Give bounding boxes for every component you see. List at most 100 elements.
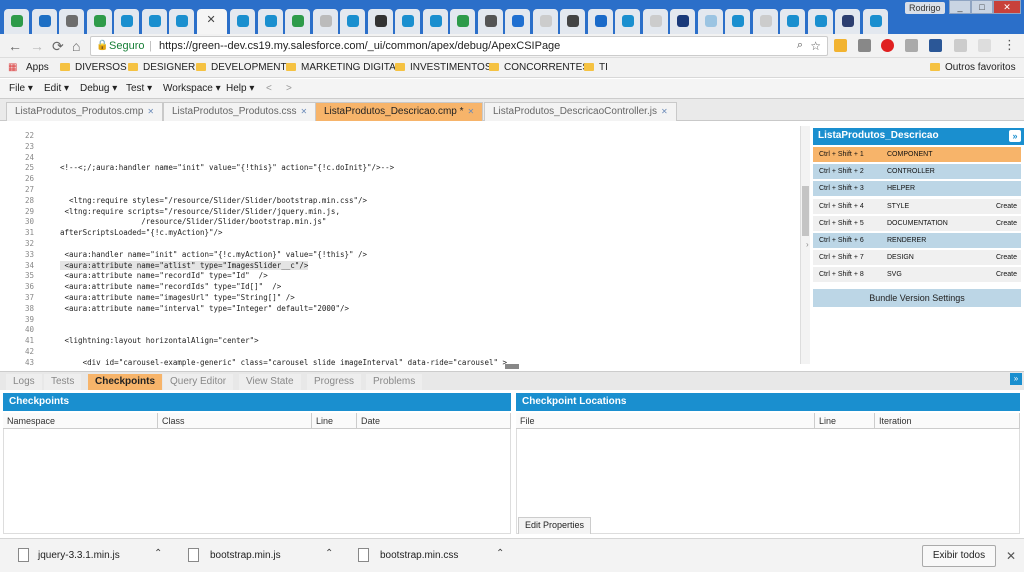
code-line[interactable]: <!--<;/;aura:handler name="init" value="… <box>60 163 394 172</box>
menu-debug[interactable]: Debug ▾ <box>80 83 117 94</box>
browser-tab[interactable] <box>697 9 723 34</box>
bundle-item-helper[interactable]: Ctrl + Shift + 3 HELPER <box>813 181 1021 197</box>
bookmark-designer[interactable]: DESIGNER <box>128 62 195 73</box>
bookmark-investimentos[interactable]: INVESTIMENTOS <box>395 62 492 73</box>
column-line[interactable]: Line <box>312 413 357 429</box>
code-line[interactable]: <ltng:require scripts="/resource/Slider/… <box>60 207 340 216</box>
bookmark-development[interactable]: DEVELOPMENT <box>196 62 287 73</box>
nav-forward-icon[interactable]: > <box>286 83 292 94</box>
browser-tab[interactable] <box>367 9 393 34</box>
bookmark-apps[interactable]: Apps <box>26 62 49 73</box>
menu-file[interactable]: File ▾ <box>9 83 33 94</box>
expand-icon[interactable]: » <box>1009 130 1021 142</box>
browser-tab[interactable] <box>532 9 558 34</box>
browser-tab[interactable] <box>780 9 805 34</box>
tab-logs[interactable]: Logs <box>6 374 42 390</box>
column-class[interactable]: Class <box>158 413 312 429</box>
chevron-up-icon[interactable]: ⌃ <box>154 548 162 559</box>
browser-tab[interactable] <box>560 9 585 34</box>
apps-grid-icon[interactable]: ▦ <box>8 62 17 73</box>
browser-tab[interactable] <box>725 9 750 34</box>
url-text[interactable]: https://green--dev.cs19.my.salesforce.co… <box>159 40 560 52</box>
browser-tab[interactable] <box>230 9 255 34</box>
file-tab-active[interactable]: ListaProdutos_Descricao.cmp * ✕ <box>315 102 484 121</box>
bundle-item-renderer[interactable]: Ctrl + Shift + 6 RENDERER <box>813 233 1021 248</box>
chevron-up-icon[interactable]: ⌃ <box>325 548 333 559</box>
code-line[interactable]: /resource/Slider/Slider/bootstrap.min.js… <box>60 217 326 226</box>
home-icon[interactable]: ⌂ <box>72 38 80 54</box>
show-all-downloads-button[interactable]: Exibir todos <box>922 545 996 567</box>
tab-checkpoints[interactable]: Checkpoints <box>88 374 163 390</box>
browser-tab[interactable] <box>114 9 139 34</box>
cast-icon[interactable] <box>978 39 991 52</box>
column-namespace[interactable]: Namespace <box>3 413 158 429</box>
reload-icon[interactable]: ⟳ <box>52 38 64 55</box>
opera-icon[interactable] <box>881 39 894 52</box>
close-tab-icon[interactable]: ✕ <box>207 13 216 26</box>
create-link[interactable]: Create <box>996 254 1017 261</box>
profile-name[interactable]: Rodrigo <box>905 2 945 14</box>
code-line[interactable]: <aura:attribute name="imagesUrl" type="S… <box>60 293 295 302</box>
back-arrow-icon[interactable]: ← <box>8 38 22 54</box>
bookmark-ti[interactable]: TI <box>584 62 608 73</box>
browser-tab[interactable] <box>141 9 167 34</box>
file-tab[interactable]: ListaProdutos_Produtos.css ✕ <box>163 102 317 121</box>
word-icon[interactable] <box>929 39 942 52</box>
browser-tab[interactable] <box>835 9 860 34</box>
download-item[interactable]: bootstrap.min.js <box>210 550 281 561</box>
bookmark-marketing-digital[interactable]: MARKETING DIGITAL <box>286 62 401 73</box>
tab-view-state[interactable]: View State <box>239 374 301 390</box>
bundle-item-design[interactable]: Ctrl + Shift + 7 DESIGN Create <box>813 250 1021 266</box>
browser-tab[interactable] <box>807 9 833 34</box>
collapse-handle-icon[interactable]: › <box>806 240 809 249</box>
create-link[interactable]: Create <box>996 271 1017 278</box>
browser-tab[interactable] <box>642 9 668 34</box>
browser-tab[interactable] <box>752 9 778 34</box>
bundle-item-documentation[interactable]: Ctrl + Shift + 5 DOCUMENTATION Create <box>813 215 1021 231</box>
browser-tab[interactable] <box>505 9 530 34</box>
code-line[interactable]: <aura:attribute name="recordIds" type="I… <box>60 282 282 291</box>
column-file[interactable]: File <box>516 413 815 429</box>
bundle-item-svg[interactable]: Ctrl + Shift + 8 SVG Create <box>813 267 1021 283</box>
browser-tab[interactable] <box>31 9 57 34</box>
browser-tab[interactable] <box>670 9 695 34</box>
extension-icon[interactable] <box>954 39 967 52</box>
bundle-item-controller[interactable]: Ctrl + Shift + 2 CONTROLLER <box>813 164 1021 180</box>
browser-tab[interactable] <box>615 9 640 34</box>
collapse-panel-icon[interactable]: » <box>1010 373 1022 385</box>
address-bar[interactable]: 🔒 Seguro | https://green--dev.cs19.my.sa… <box>90 36 828 56</box>
bundle-version-settings-button[interactable]: Bundle Version Settings <box>813 289 1021 307</box>
extension-icon[interactable] <box>858 39 871 52</box>
browser-tab[interactable] <box>450 9 475 34</box>
browser-tab[interactable] <box>59 9 84 34</box>
browser-tab[interactable] <box>862 9 888 34</box>
zoom-icon[interactable]: ⌕ <box>797 39 803 52</box>
close-icon[interactable]: ✕ <box>1006 549 1016 563</box>
scroll-thumb[interactable] <box>802 186 809 236</box>
code-line[interactable]: <aura:attribute name="interval" type="In… <box>60 304 349 313</box>
browser-tab[interactable] <box>257 9 283 34</box>
menu-help[interactable]: Help ▾ <box>226 83 254 94</box>
code-line[interactable]: <lightning:layout horizontalAlign="cente… <box>60 336 259 345</box>
download-item[interactable]: bootstrap.min.css <box>380 550 458 561</box>
browser-tab[interactable] <box>312 9 338 34</box>
extension-icon[interactable] <box>834 39 847 52</box>
bundle-item-style[interactable]: Ctrl + Shift + 4 STYLE Create <box>813 198 1021 214</box>
tab-query-editor[interactable]: Query Editor <box>163 374 234 390</box>
code-line[interactable]: afterScriptsLoaded="{!c.myAction}"/> <box>60 228 223 237</box>
browser-tab[interactable] <box>340 9 365 34</box>
code-line[interactable]: <ltng:require styles="/resource/Slider/S… <box>60 196 367 205</box>
star-icon[interactable]: ☆ <box>810 39 821 53</box>
tab-problems[interactable]: Problems <box>366 374 423 390</box>
maximize-button[interactable]: □ <box>971 0 993 14</box>
resize-handle[interactable] <box>505 364 519 369</box>
bookmark-concorrentes[interactable]: CONCORRENTES <box>489 62 589 73</box>
browser-tab[interactable] <box>477 9 503 34</box>
menu-test[interactable]: Test ▾ <box>126 83 152 94</box>
browser-tab[interactable] <box>4 9 29 34</box>
file-tab[interactable]: ListaProdutos_DescricaoController.js ✕ <box>484 102 677 121</box>
create-link[interactable]: Create <box>996 203 1017 210</box>
tab-tests[interactable]: Tests <box>44 374 82 390</box>
minimize-button[interactable]: _ <box>949 0 971 14</box>
column-line[interactable]: Line <box>815 413 875 429</box>
